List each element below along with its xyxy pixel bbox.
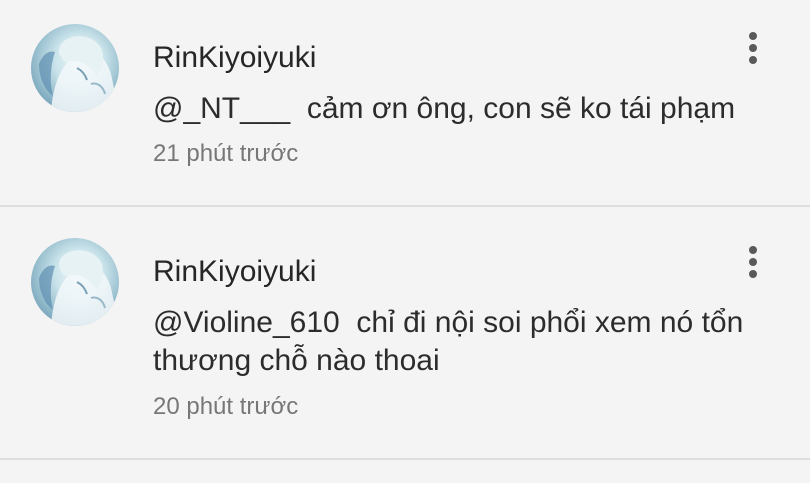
vertical-ellipsis-icon <box>749 246 757 254</box>
comment-username[interactable]: RinKiyoiyuki <box>153 40 316 76</box>
comment-timestamp: 20 phút trước <box>153 393 299 420</box>
anime-avatar-icon <box>39 36 119 112</box>
more-options-button[interactable] <box>736 240 770 284</box>
comment-divider <box>0 458 810 460</box>
comment-mention[interactable]: @_NT___ <box>153 92 290 125</box>
more-options-button[interactable] <box>736 26 770 70</box>
comment-divider <box>0 205 810 207</box>
comment-item: RinKiyoiyuki @_NT___ cảm ơn ông, con sẽ … <box>0 0 810 206</box>
comment-list: RinKiyoiyuki @_NT___ cảm ơn ông, con sẽ … <box>0 0 810 483</box>
user-avatar[interactable] <box>31 24 119 112</box>
anime-avatar-icon <box>39 250 119 326</box>
comment-text: @Violine_610 chỉ đi nội soi phổi xem nó … <box>153 304 793 380</box>
comment-timestamp: 21 phút trước <box>153 140 299 167</box>
vertical-ellipsis-icon <box>749 32 757 40</box>
user-avatar[interactable] <box>31 238 119 326</box>
comment-username[interactable]: RinKiyoiyuki <box>153 254 316 290</box>
comment-item: RinKiyoiyuki @Violine_610 chỉ đi nội soi… <box>0 208 810 459</box>
comment-text: @_NT___ cảm ơn ông, con sẽ ko tái phạm <box>153 90 793 128</box>
comment-message: cảm ơn ông, con sẽ ko tái phạm <box>306 92 736 125</box>
comment-mention[interactable]: @Violine_610 <box>153 306 340 339</box>
